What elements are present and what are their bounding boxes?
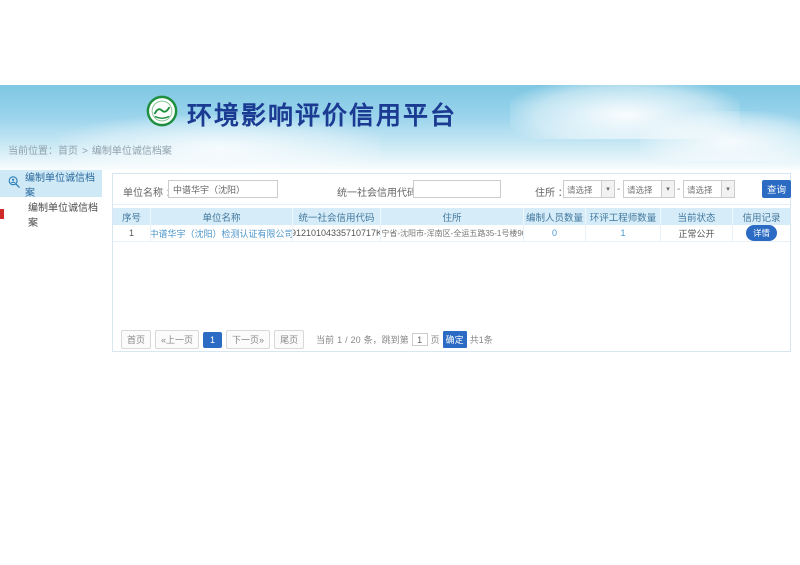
next-page-button[interactable]: 下一页» <box>226 330 270 349</box>
col-header-status: 当前状态 <box>661 208 733 225</box>
unit-name-link[interactable]: 中谱华宇（沈阳）检测认证有限公司 <box>151 227 293 240</box>
breadcrumb: 当前位置：首页 > 编制单位诚信档案 <box>8 142 172 157</box>
col-header-credit-code: 统一社会信用代码 <box>293 208 381 225</box>
breadcrumb-current: 编制单位诚信档案 <box>92 146 172 157</box>
province-select[interactable]: 请选择 ▾ <box>563 180 615 198</box>
detail-button[interactable]: 详情 <box>746 225 777 241</box>
unit-name-input[interactable] <box>168 180 278 198</box>
district-select[interactable]: 请选择 ▾ <box>683 180 735 198</box>
pagination-page-size: 20 <box>351 335 361 345</box>
sidebar: 编制单位诚信档案 编制单位诚信档案 <box>0 170 102 227</box>
pagination-total: 共1条 <box>470 333 493 346</box>
sidebar-item-label: 编制单位诚信档案 <box>25 169 102 199</box>
jump-confirm-button[interactable]: 确定 <box>443 331 467 348</box>
pagination: 首页 «上一页 1 下一页» 尾页 当前 1 / 20 条，跳到第 页 确定 共… <box>121 330 493 349</box>
pagination-info-middle: 条，跳到第 <box>364 333 409 346</box>
chevron-down-icon: ▾ <box>721 181 734 197</box>
header-banner: 环境影响评价信用平台 当前位置：首页 > 编制单位诚信档案 <box>0 85 800 170</box>
province-select-value: 请选择 <box>564 181 601 197</box>
sidebar-item-label: 编制单位诚信档案 <box>28 199 102 229</box>
col-header-address: 住所 <box>381 208 524 225</box>
red-marker-icon <box>0 209 4 219</box>
col-header-staff-count: 编制人员数量 <box>524 208 586 225</box>
chevron-down-icon: ▾ <box>661 181 674 197</box>
table-row: 1 中谱华宇（沈阳）检测认证有限公司 91210104335710717K 辽宁… <box>113 225 790 242</box>
pagination-page-number: 1 <box>337 335 342 345</box>
current-page-button[interactable]: 1 <box>203 332 222 348</box>
page: 环境影响评价信用平台 当前位置：首页>编制单位诚信档案 编制单位诚信档案 <box>0 0 800 565</box>
breadcrumb-label: 当前位置： <box>8 146 58 157</box>
cell-index: 1 <box>113 225 151 242</box>
content-area: 编制单位诚信档案 编制单位诚信档案 单位名称 ： 统一社会信用代码 ： 住所 ：… <box>0 170 800 565</box>
pagination-page-unit: 页 <box>431 333 440 346</box>
person-search-icon <box>8 176 20 191</box>
table-header-row: 序号 单位名称 统一社会信用代码 住所 编制人员数量 环评工程师数量 当前状态 … <box>113 208 790 225</box>
col-header-credit-record: 信用记录 <box>733 208 790 225</box>
first-page-button[interactable]: 首页 <box>121 330 151 349</box>
search-button[interactable]: 查询 <box>762 180 791 198</box>
cell-status: 正常公开 <box>661 225 733 242</box>
cloud-decor <box>640 111 800 161</box>
col-header-engineer-count: 环评工程师数量 <box>586 208 661 225</box>
prev-page-button[interactable]: «上一页 <box>155 330 199 349</box>
pagination-page-separator: / <box>345 335 348 345</box>
range-separator: - <box>617 184 620 195</box>
col-header-unit-name: 单位名称 <box>151 208 293 225</box>
search-form: 单位名称 ： 统一社会信用代码 ： 住所 ： 请选择 ▾ - 请选择 ▾ - 请… <box>113 174 790 205</box>
jump-page-input[interactable] <box>412 333 428 346</box>
sidebar-item-unit-credit-archive[interactable]: 编制单位诚信档案 <box>0 170 102 197</box>
chevron-down-icon: ▾ <box>601 181 614 197</box>
city-select[interactable]: 请选择 ▾ <box>623 180 675 198</box>
cell-credit-code: 91210104335710717K <box>293 225 381 242</box>
range-separator: - <box>677 184 680 195</box>
breadcrumb-separator: > <box>82 146 88 157</box>
page-title: 环境影响评价信用平台 <box>187 96 457 132</box>
pagination-info: 当前 1 / 20 条，跳到第 页 确定 共1条 <box>316 331 493 348</box>
main-panel: 单位名称 ： 统一社会信用代码 ： 住所 ： 请选择 ▾ - 请选择 ▾ - 请… <box>112 173 791 352</box>
brand: 环境影响评价信用平台 <box>146 95 457 132</box>
breadcrumb-home-link[interactable]: 首页 <box>58 146 78 157</box>
engineer-count-link[interactable]: 1 <box>620 228 625 238</box>
cell-address: 辽宁省-沈阳市-浑南区-全运五路35-1号楼902 <box>381 225 524 242</box>
last-page-button[interactable]: 尾页 <box>274 330 304 349</box>
col-header-index: 序号 <box>113 208 151 225</box>
sidebar-item-unit-credit-archive-2[interactable]: 编制单位诚信档案 <box>0 200 102 227</box>
pagination-info-prefix: 当前 <box>316 333 334 346</box>
results-table: 序号 单位名称 统一社会信用代码 住所 编制人员数量 环评工程师数量 当前状态 … <box>113 208 790 242</box>
credit-code-input[interactable] <box>413 180 501 198</box>
mee-logo-icon <box>146 95 178 132</box>
city-select-value: 请选择 <box>624 181 661 197</box>
staff-count-link[interactable]: 0 <box>552 228 557 238</box>
cloud-decor <box>510 85 740 139</box>
district-select-value: 请选择 <box>684 181 721 197</box>
